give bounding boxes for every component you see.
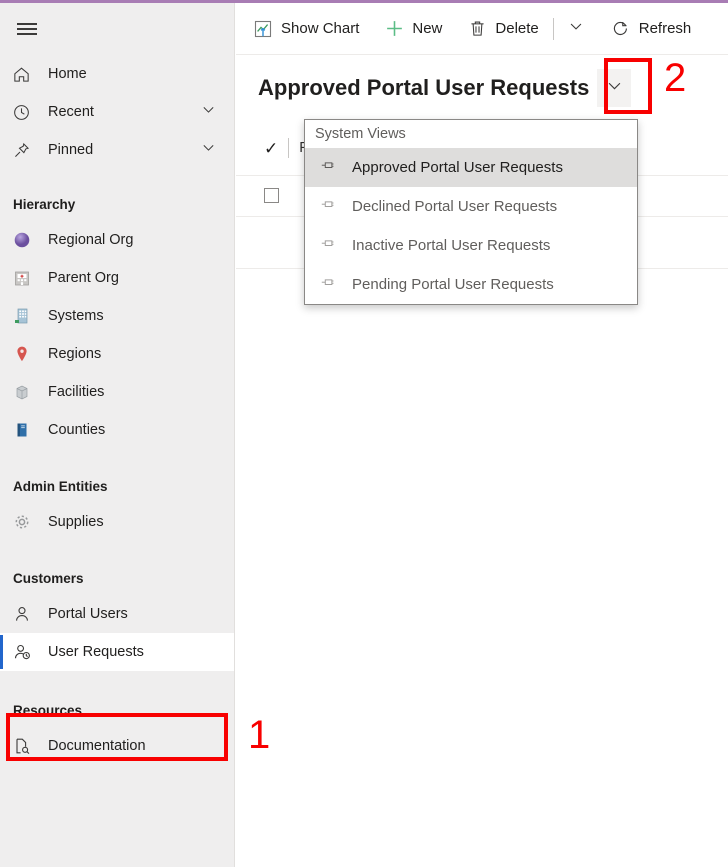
hamburger-menu-icon[interactable] [13,15,41,43]
sidebar-item-recent[interactable]: Recent [0,93,234,131]
sidebar-item-label: Portal Users [48,606,128,622]
sidebar-item-label: Parent Org [48,270,119,286]
show-chart-label: Show Chart [281,20,360,37]
show-chart-icon [252,19,274,39]
sidebar-item-label: Supplies [48,514,104,530]
view-switcher-button[interactable] [597,69,632,107]
sidebar: Home Recent Pinned Hierarchy Regional Or… [0,3,235,867]
refresh-label: Refresh [638,20,692,37]
trash-icon [466,19,488,38]
document-search-icon [12,736,40,756]
sidebar-item-pinned[interactable]: Pinned [0,131,234,169]
pin-icon [12,141,40,160]
command-bar: Show Chart New Delete Refresh [236,3,728,55]
sidebar-item-user-requests[interactable]: User Requests [0,633,234,671]
sidebar-item-label: Facilities [48,384,105,400]
sidebar-item-label: Systems [48,308,104,324]
sidebar-group-resources: Resources [13,702,83,718]
pin-icon [318,198,344,216]
dropdown-section-header: System Views [315,126,406,142]
sidebar-item-label: Pinned [48,142,94,158]
office-building-icon [12,306,40,326]
view-title-row: Approved Portal User Requests [236,59,728,117]
sidebar-item-home[interactable]: Home [0,55,234,93]
pin-icon [318,276,344,294]
dropdown-item-pending-portal-user-requests[interactable]: Pending Portal User Requests [305,265,637,304]
row-select-checkbox[interactable] [264,188,279,203]
sidebar-group-customers: Customers [13,570,84,586]
new-label: New [412,20,443,37]
sidebar-item-documentation[interactable]: Documentation [0,727,234,765]
chevron-down-icon[interactable] [200,101,217,123]
select-all-check-icon[interactable]: ✓ [264,140,278,157]
sidebar-item-label: Counties [48,422,106,438]
map-pin-icon [12,344,40,364]
view-selector-dropdown: System Views Approved Portal User Reques… [304,119,638,305]
chevron-down-icon [605,76,624,100]
globe-sphere-icon [12,230,40,250]
sidebar-item-label: User Requests [48,644,144,660]
dropdown-item-label: Declined Portal User Requests [352,198,558,215]
delete-button[interactable]: Delete [460,9,544,49]
sidebar-item-label: Regions [48,346,102,362]
sidebar-item-facilities[interactable]: Facilities [0,373,234,411]
refresh-button[interactable]: Refresh [604,9,698,49]
sidebar-item-systems[interactable]: Systems [0,297,234,335]
hospital-building-icon [12,268,40,288]
page-title: Approved Portal User Requests [258,75,590,100]
person-icon [12,604,40,624]
show-chart-button[interactable]: Show Chart [246,9,365,49]
sidebar-item-label: Documentation [48,738,146,754]
sidebar-item-label: Regional Org [48,232,134,248]
book-icon [12,420,40,440]
chevron-down-icon[interactable] [200,139,217,161]
sidebar-item-regions[interactable]: Regions [0,335,234,373]
facility-cube-icon [12,382,40,402]
dropdown-item-approved-portal-user-requests[interactable]: Approved Portal User Requests [305,148,637,187]
sidebar-item-counties[interactable]: Counties [0,411,234,449]
sidebar-item-label: Recent [48,104,94,120]
sidebar-item-regional-org[interactable]: Regional Org [0,221,234,259]
main-content: Show Chart New Delete Refresh Approved P… [236,3,728,867]
gear-icon [12,512,40,532]
person-clock-icon [12,642,40,662]
pin-icon [318,237,344,255]
clock-icon [12,103,40,122]
dropdown-item-label: Pending Portal User Requests [352,276,554,293]
sidebar-group-admin-entities: Admin Entities [13,478,108,494]
sidebar-item-parent-org[interactable]: Parent Org [0,259,234,297]
sidebar-group-hierarchy: Hierarchy [13,196,76,212]
overflow-menu-button[interactable] [562,11,590,47]
chevron-down-icon [567,17,585,40]
dropdown-item-label: Approved Portal User Requests [352,159,563,176]
plus-icon [383,18,405,39]
command-bar-divider [552,17,554,40]
dropdown-item-label: Inactive Portal User Requests [352,237,551,254]
delete-label: Delete [495,20,539,37]
refresh-icon [610,19,632,38]
pin-icon [318,159,344,177]
home-icon [12,65,40,84]
sidebar-item-label: Home [48,66,87,82]
new-button[interactable]: New [377,9,448,49]
dropdown-item-inactive-portal-user-requests[interactable]: Inactive Portal User Requests [305,226,637,265]
dropdown-item-declined-portal-user-requests[interactable]: Declined Portal User Requests [305,187,637,226]
sidebar-item-supplies[interactable]: Supplies [0,503,234,541]
sidebar-item-portal-users[interactable]: Portal Users [0,595,234,633]
subheader-divider [288,138,290,158]
